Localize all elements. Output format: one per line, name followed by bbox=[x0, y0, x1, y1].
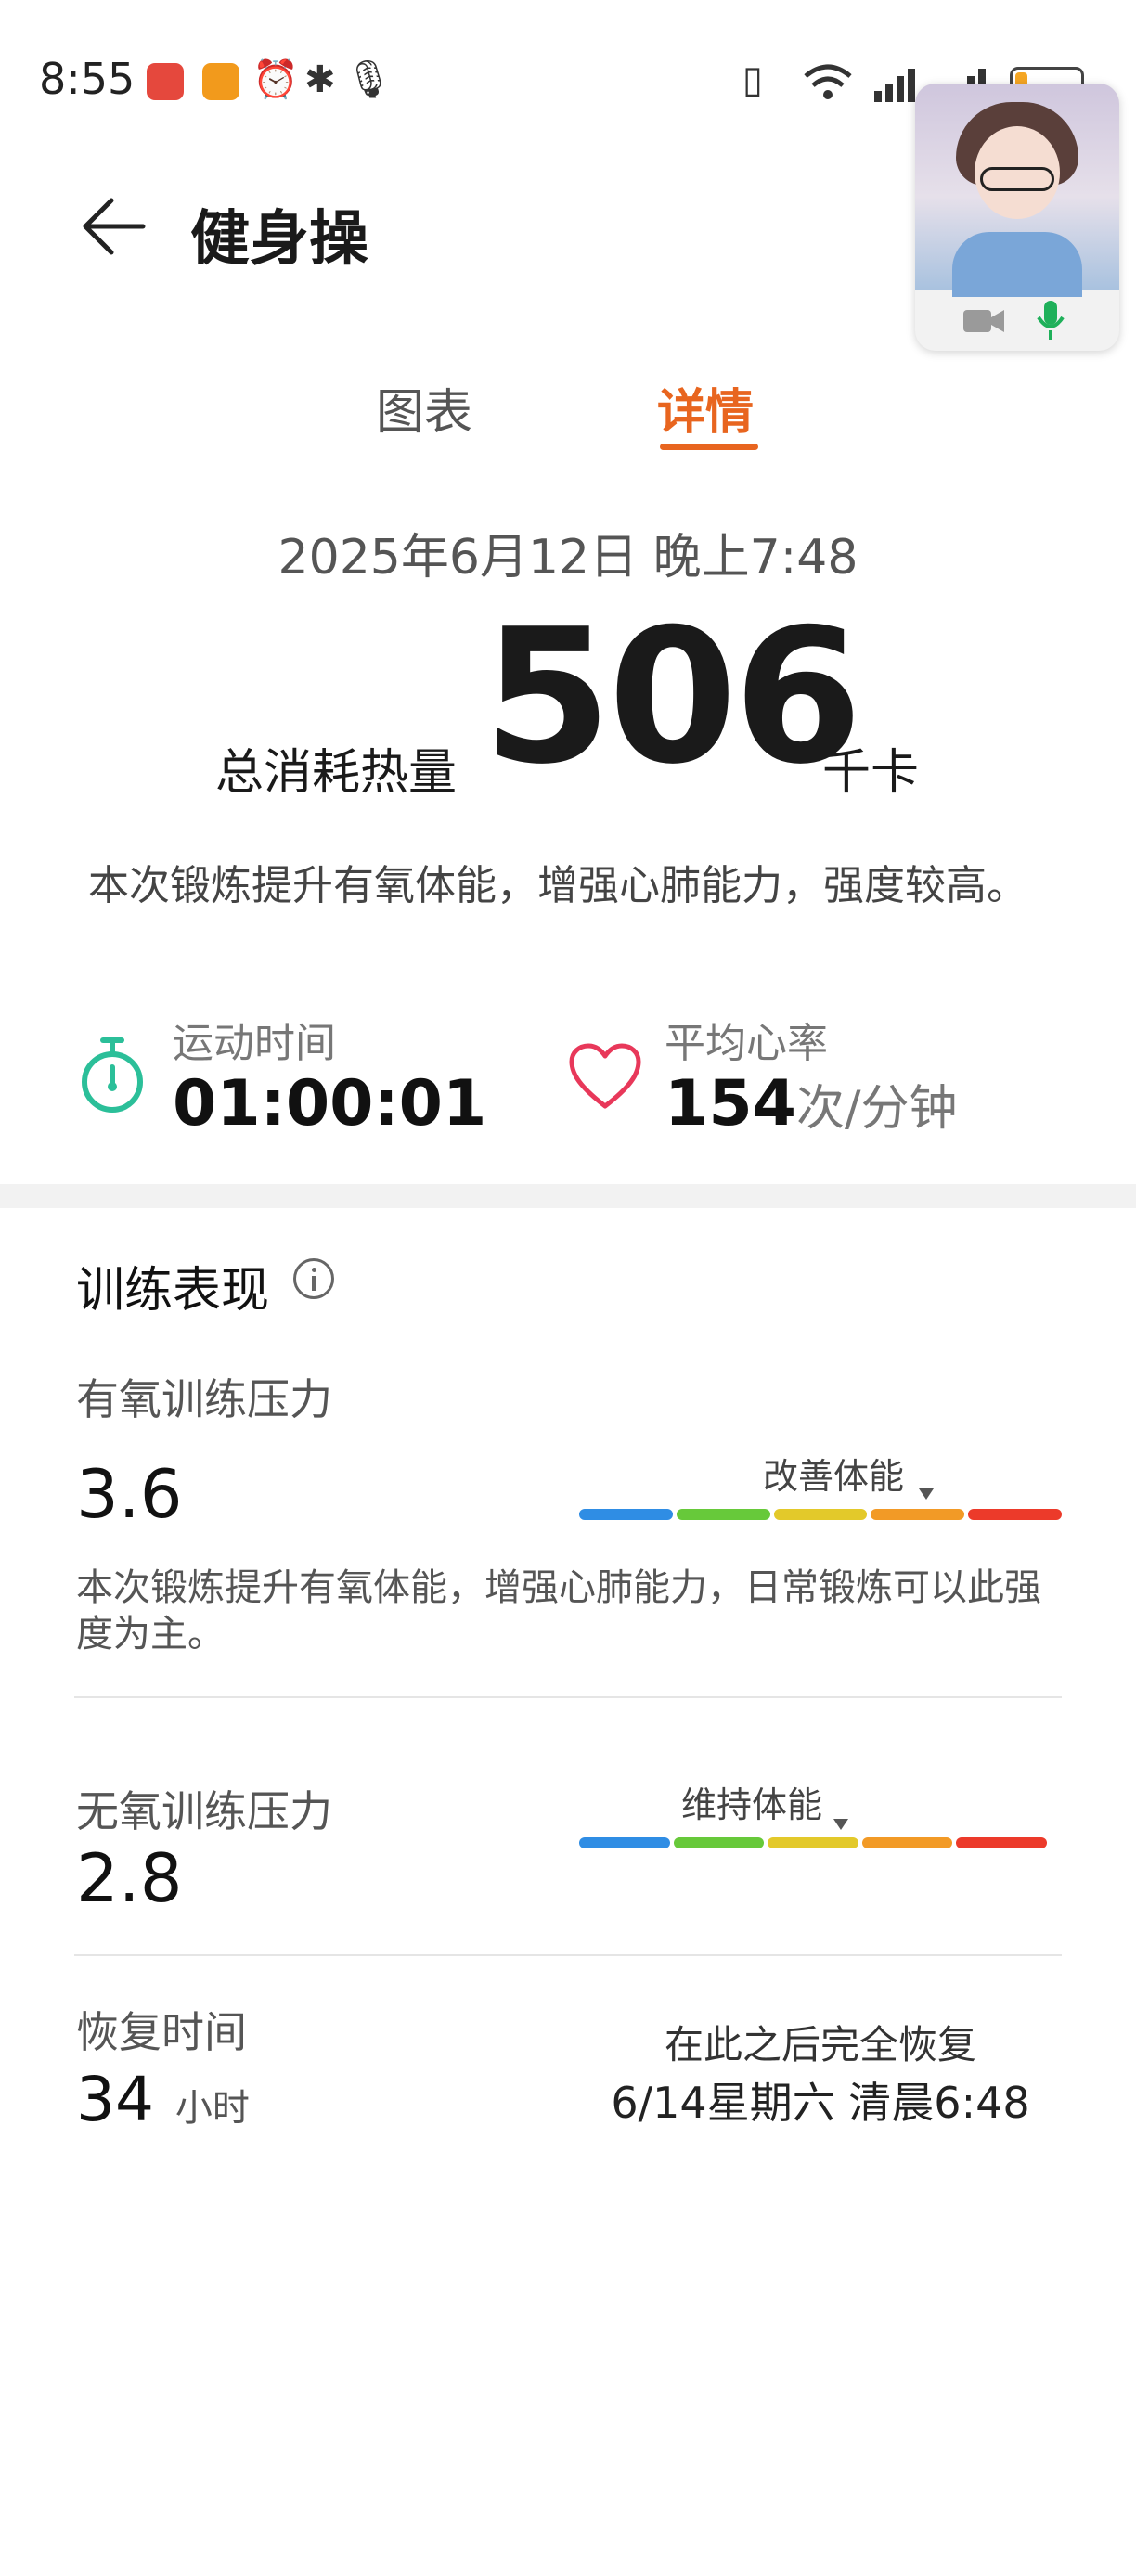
recovery-note: 在此之后完全恢复 bbox=[664, 2022, 976, 2067]
active-tab-indicator bbox=[660, 444, 758, 450]
scale-segment bbox=[768, 1837, 858, 1848]
app-notification-icon-2 bbox=[202, 63, 239, 100]
divider bbox=[74, 1954, 1062, 1956]
back-arrow-icon[interactable] bbox=[76, 189, 150, 264]
aerobic-description: 本次锻炼提升有氧体能，增强心肺能力，日常锻炼可以此强度为主。 bbox=[76, 1566, 1041, 1655]
scale-segment bbox=[676, 1509, 770, 1520]
tab-detail[interactable]: 详情 bbox=[657, 373, 754, 443]
workout-datetime: 2025年6月12日 晚上7:48 bbox=[278, 530, 858, 586]
aerobic-intensity-scale bbox=[579, 1509, 1062, 1520]
scale-segment bbox=[871, 1509, 965, 1520]
recovery-unit: 小时 bbox=[174, 2087, 250, 2130]
heart-rate-block: 154次/分钟 bbox=[665, 1067, 957, 1140]
anaerobic-label: 无氧训练压力 bbox=[76, 1786, 332, 1836]
recovery-label: 恢复时间 bbox=[76, 2007, 247, 2057]
alarm-icon: ⏰ bbox=[252, 58, 299, 101]
scale-segment bbox=[579, 1509, 673, 1520]
heart-rate-unit: 次/分钟 bbox=[795, 1081, 958, 1137]
anaerobic-level-label: 维持体能 bbox=[681, 1784, 823, 1825]
microphone-icon[interactable] bbox=[1034, 299, 1067, 341]
scale-segment bbox=[773, 1509, 868, 1520]
calories-label: 总消耗热量 bbox=[215, 745, 458, 801]
anaerobic-intensity-scale bbox=[579, 1837, 1047, 1848]
recovery-block: 34 小时 bbox=[76, 2058, 250, 2136]
vibrate-icon: ▯ bbox=[742, 58, 764, 101]
section-title: 训练表现 bbox=[76, 1263, 270, 1319]
caller-avatar bbox=[915, 84, 1119, 297]
microphone-status-icon: 🎙 bbox=[345, 58, 393, 101]
calories-unit: 千卡 bbox=[822, 745, 920, 801]
bluetooth-icon: ✱ bbox=[304, 58, 336, 101]
heart-rate-value: 154 bbox=[665, 1067, 796, 1140]
anaerobic-level-pointer bbox=[833, 1819, 849, 1830]
heart-rate-label: 平均心率 bbox=[665, 1020, 828, 1067]
divider bbox=[74, 1696, 1062, 1698]
heart-icon bbox=[569, 1043, 641, 1109]
calories-value: 506 bbox=[483, 589, 862, 805]
scale-segment bbox=[968, 1509, 1062, 1520]
video-call-bubble[interactable] bbox=[915, 84, 1119, 351]
section-divider bbox=[0, 1184, 1136, 1208]
scale-segment bbox=[673, 1837, 765, 1848]
recovery-until: 6/14星期六 清晨6:48 bbox=[611, 2078, 1030, 2128]
duration-label: 运动时间 bbox=[173, 1020, 336, 1067]
aerobic-label: 有氧训练压力 bbox=[76, 1374, 332, 1424]
timer-icon bbox=[82, 1037, 143, 1113]
aerobic-level-pointer bbox=[919, 1488, 935, 1500]
video-camera-icon[interactable] bbox=[962, 306, 1006, 336]
workout-summary: 本次锻炼提升有氧体能，增强心肺能力，强度较高。 bbox=[88, 862, 1027, 909]
scale-segment bbox=[956, 1837, 1047, 1848]
status-time: 8:55 bbox=[39, 54, 136, 104]
duration-value: 01:00:01 bbox=[173, 1067, 487, 1140]
scale-segment bbox=[861, 1837, 953, 1848]
aerobic-value: 3.6 bbox=[76, 1455, 183, 1533]
page-title: 健身操 bbox=[190, 205, 368, 274]
info-icon[interactable] bbox=[293, 1258, 334, 1299]
scale-segment bbox=[579, 1837, 670, 1848]
app-notification-icon bbox=[147, 63, 184, 100]
aerobic-level-label: 改善体能 bbox=[763, 1456, 905, 1497]
wifi-icon bbox=[804, 64, 852, 99]
tab-chart[interactable]: 图表 bbox=[376, 373, 472, 443]
recovery-value: 34 bbox=[76, 2064, 154, 2135]
anaerobic-value: 2.8 bbox=[76, 1839, 183, 1917]
